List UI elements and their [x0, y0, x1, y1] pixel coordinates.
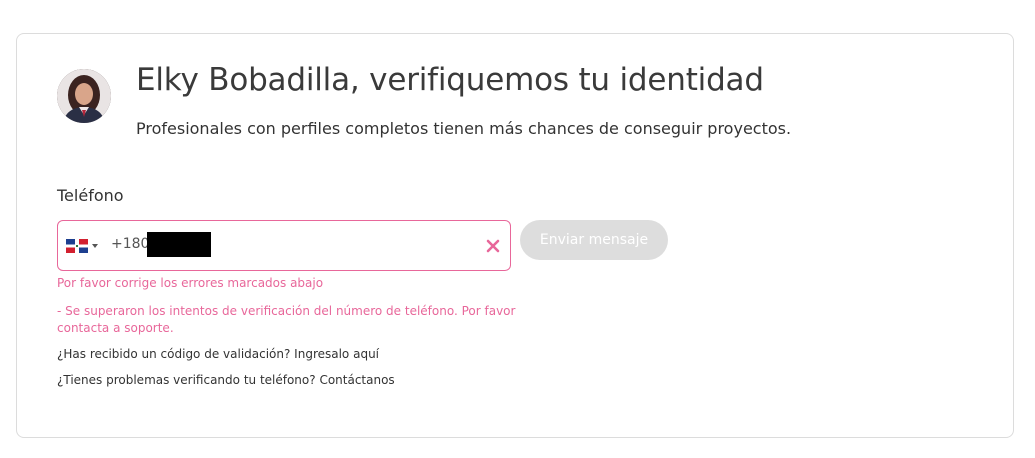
phone-input[interactable]: +1809	[57, 220, 511, 271]
phone-field-label: Teléfono	[57, 186, 124, 205]
contact-support-link[interactable]: ¿Tienes problemas verificando tu teléfon…	[57, 373, 395, 387]
country-code-select[interactable]	[66, 238, 98, 254]
chevron-down-icon	[92, 244, 98, 248]
dominican-republic-flag-icon	[66, 239, 88, 253]
avatar	[57, 69, 111, 123]
clear-input-icon[interactable]	[486, 238, 500, 253]
redacted-phone-digits	[147, 232, 211, 257]
enter-validation-code-link[interactable]: ¿Has recibido un código de validación? I…	[57, 347, 379, 361]
verification-attempts-error: - Se superaron los intentos de verificac…	[57, 304, 516, 335]
page-subtitle: Profesionales con perfiles completos tie…	[136, 119, 792, 138]
send-message-button[interactable]: Enviar mensaje	[520, 220, 668, 260]
form-error-message: Por favor corrige los errores marcados a…	[57, 276, 324, 290]
page-title: Elky Bobadilla, verifiquemos tu identida…	[136, 62, 764, 98]
